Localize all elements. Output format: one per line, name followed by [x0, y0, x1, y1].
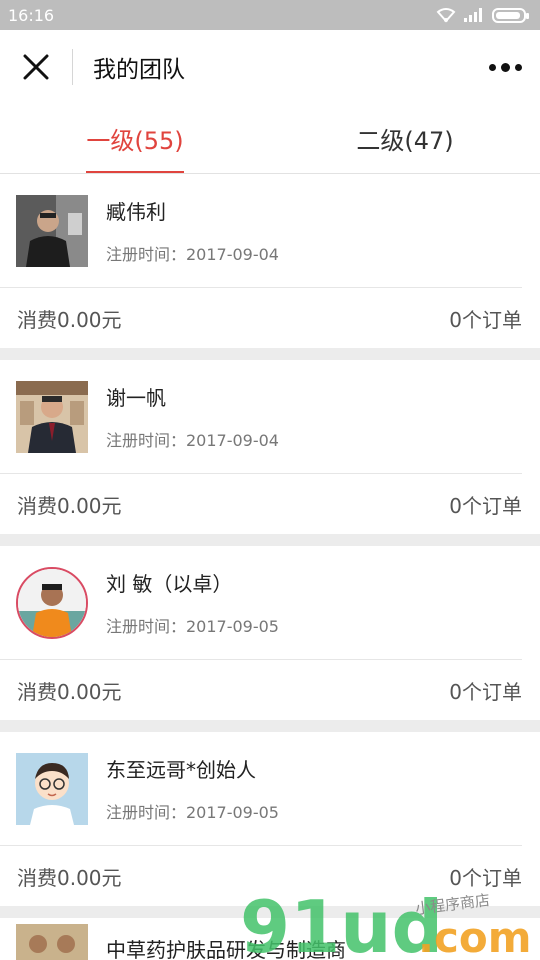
- member-stats: 消费0.00元 0个订单: [0, 474, 540, 534]
- status-time: 16:16: [8, 5, 55, 25]
- member-info: 臧伟利 注册时间：2017-09-04: [106, 196, 279, 265]
- member-info: 谢一帆 注册时间：2017-09-04: [106, 382, 279, 451]
- status-icons: [436, 7, 529, 23]
- status-bar: 16:16: [0, 0, 540, 30]
- tab-level-one[interactable]: 一级(55): [0, 104, 270, 173]
- member-header: 臧伟利 注册时间：2017-09-04: [0, 174, 522, 288]
- more-dot-icon: [514, 63, 522, 71]
- avatar: [16, 380, 88, 453]
- spend-amount: 消费0.00元: [17, 679, 122, 704]
- list-item[interactable]: 东至远哥*创始人 注册时间：2017-09-05 消费0.00元 0个订单: [0, 732, 540, 906]
- list-item[interactable]: 中草药护肤品研发与制造商: [0, 918, 540, 960]
- member-stats: 消费0.00元 0个订单: [0, 288, 540, 348]
- member-name: 刘 敏（以卓）: [106, 572, 233, 596]
- member-name: 中草药护肤品研发与制造商: [106, 937, 346, 960]
- member-header: 东至远哥*创始人 注册时间：2017-09-05: [0, 732, 522, 846]
- more-dot-icon: [488, 63, 496, 71]
- spend-amount: 消费0.00元: [17, 493, 122, 518]
- member-stats: 消费0.00元 0个订单: [0, 660, 540, 720]
- member-name: 臧伟利: [106, 200, 166, 224]
- page-title: 我的团队: [93, 57, 185, 83]
- registration-date: 注册时间：2017-09-05: [106, 617, 279, 636]
- list-item[interactable]: 谢一帆 注册时间：2017-09-04 消费0.00元 0个订单: [0, 360, 540, 534]
- registration-date: 注册时间：2017-09-04: [106, 431, 279, 450]
- battery-icon: [492, 7, 529, 23]
- member-name: 东至远哥*创始人: [106, 758, 256, 782]
- order-count: 0个订单: [449, 307, 522, 332]
- close-icon: [23, 54, 49, 80]
- member-list: 臧伟利 注册时间：2017-09-04 消费0.00元 0个订单 谢一帆 注册时…: [0, 174, 540, 960]
- member-header: 刘 敏（以卓） 注册时间：2017-09-05: [0, 546, 522, 660]
- close-button[interactable]: [0, 30, 72, 104]
- navigation-bar: 我的团队: [0, 30, 540, 104]
- nav-divider: [72, 49, 73, 85]
- member-info: 刘 敏（以卓） 注册时间：2017-09-05: [106, 568, 279, 637]
- spend-amount: 消费0.00元: [17, 307, 122, 332]
- avatar: [16, 752, 88, 825]
- registration-date: 注册时间：2017-09-04: [106, 245, 279, 264]
- member-name: 谢一帆: [106, 386, 166, 410]
- order-count: 0个订单: [449, 679, 522, 704]
- avatar: [16, 194, 88, 267]
- tab-level-two[interactable]: 二级(47): [270, 104, 540, 173]
- order-count: 0个订单: [449, 493, 522, 518]
- member-info: 东至远哥*创始人 注册时间：2017-09-05: [106, 754, 279, 823]
- avatar: [16, 924, 88, 960]
- avatar: [16, 566, 88, 639]
- list-item[interactable]: 刘 敏（以卓） 注册时间：2017-09-05 消费0.00元 0个订单: [0, 546, 540, 720]
- member-header: 谢一帆 注册时间：2017-09-04: [0, 360, 522, 474]
- more-button[interactable]: [470, 30, 540, 104]
- member-stats: 消费0.00元 0个订单: [0, 846, 540, 906]
- more-dot-icon: [500, 62, 510, 72]
- spend-amount: 消费0.00元: [17, 865, 122, 890]
- signal-icon: [464, 8, 482, 22]
- registration-date: 注册时间：2017-09-05: [106, 803, 279, 822]
- wifi-icon: [436, 8, 456, 23]
- list-item[interactable]: 臧伟利 注册时间：2017-09-04 消费0.00元 0个订单: [0, 174, 540, 348]
- level-tabs: 一级(55) 二级(47): [0, 104, 540, 174]
- order-count: 0个订单: [449, 865, 522, 890]
